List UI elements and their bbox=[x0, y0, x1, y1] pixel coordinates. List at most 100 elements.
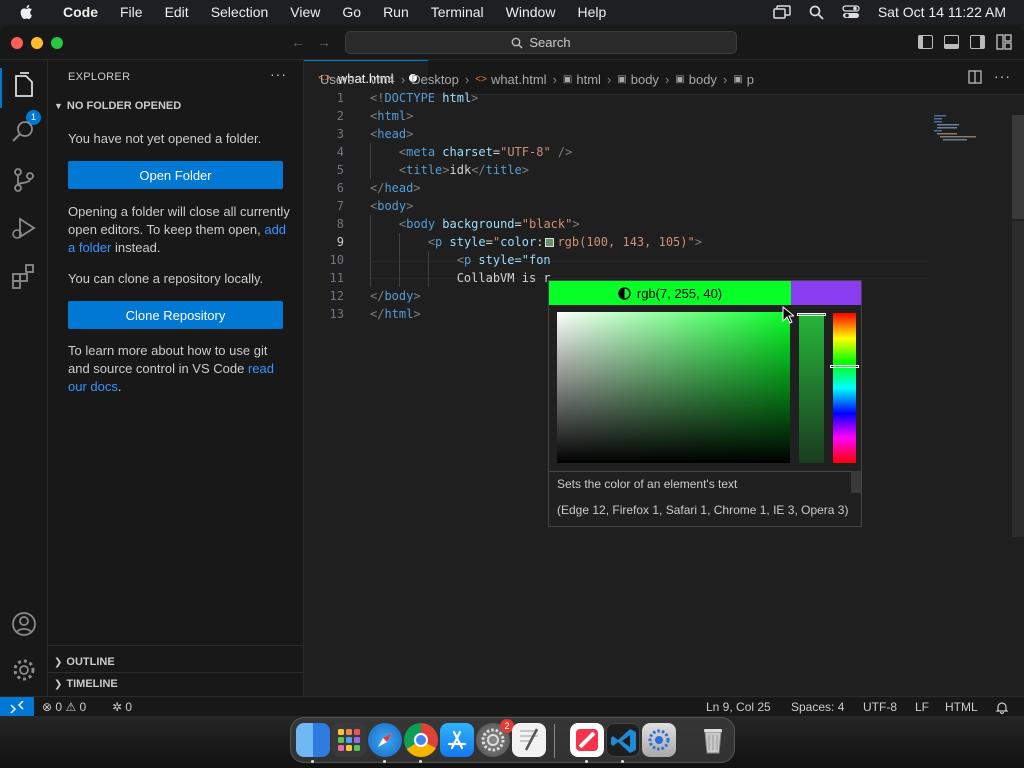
menu-help[interactable]: Help bbox=[566, 4, 617, 20]
editor-scrollbar-thumb[interactable] bbox=[1012, 115, 1024, 219]
extensions-icon[interactable] bbox=[10, 262, 38, 290]
run-and-debug-icon[interactable] bbox=[10, 214, 38, 242]
command-center-search[interactable]: Search bbox=[345, 31, 737, 54]
search-icon[interactable] bbox=[10, 118, 38, 146]
hover-scrollbar[interactable] bbox=[851, 471, 861, 493]
menu-selection[interactable]: Selection bbox=[200, 4, 280, 20]
opacity-strip[interactable] bbox=[799, 313, 824, 463]
notifications-bell-icon[interactable] bbox=[996, 701, 1008, 714]
menubar-clock[interactable]: Sat Oct 14 11:22 AM bbox=[878, 4, 1006, 20]
menu-window[interactable]: Window bbox=[495, 4, 567, 20]
forward-arrow-icon[interactable]: → bbox=[317, 34, 331, 50]
source-control-icon[interactable] bbox=[10, 166, 38, 194]
encoding[interactable]: UTF-8 bbox=[863, 700, 897, 714]
apple-menu-icon[interactable] bbox=[18, 3, 36, 21]
breadcrumb-item[interactable]: Users bbox=[320, 72, 354, 87]
breadcrumb-separator: › bbox=[606, 72, 612, 87]
menu-file[interactable]: File bbox=[109, 4, 154, 20]
hue-handle[interactable] bbox=[830, 365, 859, 368]
warning-count: 0 bbox=[79, 700, 87, 714]
ports-indicator[interactable]: ✲ 0 bbox=[112, 700, 132, 714]
textedit-icon[interactable] bbox=[512, 723, 546, 757]
new-color-preview[interactable]: rgb(7, 255, 40) bbox=[549, 281, 791, 305]
language-mode[interactable]: HTML bbox=[945, 700, 978, 714]
menu-edit[interactable]: Edit bbox=[154, 4, 200, 20]
back-arrow-icon[interactable]: ← bbox=[291, 34, 305, 50]
running-indicator bbox=[621, 760, 624, 763]
launchpad-icon[interactable] bbox=[332, 723, 366, 757]
safari-icon[interactable] bbox=[368, 723, 402, 757]
editor-scrollbar-track[interactable] bbox=[1012, 221, 1024, 537]
more-actions-icon[interactable]: ··· bbox=[270, 66, 287, 82]
color-value: rgb(100, 143, 105) bbox=[557, 235, 688, 249]
news-icon[interactable] bbox=[570, 723, 604, 757]
breadcrumb-item[interactable]: Desktop bbox=[411, 72, 459, 87]
menu-run[interactable]: Run bbox=[372, 4, 420, 20]
manage-gear-icon[interactable] bbox=[10, 656, 38, 684]
docs-text-end: . bbox=[117, 379, 122, 394]
divider bbox=[48, 645, 304, 646]
cursor-position[interactable]: Ln 9, Col 25 bbox=[706, 700, 771, 714]
breadcrumb-item[interactable]: p bbox=[747, 72, 754, 87]
line-number: 10 bbox=[329, 253, 344, 267]
remote-indicator[interactable] bbox=[0, 697, 34, 717]
indentation[interactable]: Spaces: 4 bbox=[791, 700, 844, 714]
activity-bar: 1 bbox=[0, 60, 48, 696]
minimap[interactable] bbox=[930, 113, 1010, 153]
breadcrumb-item[interactable]: body bbox=[689, 72, 717, 87]
control-center-icon[interactable] bbox=[842, 5, 860, 19]
breadcrumb-item[interactable]: html bbox=[576, 72, 601, 87]
hue-strip[interactable] bbox=[833, 313, 856, 463]
minimize-window-button[interactable] bbox=[31, 37, 43, 49]
close-window-button[interactable] bbox=[11, 37, 23, 49]
timeline-section-header[interactable]: ❯ TIMELINE bbox=[54, 678, 118, 690]
no-folder-section-header[interactable]: ▼ NO FOLDER OPENED bbox=[54, 100, 181, 112]
toggle-panel-icon[interactable] bbox=[944, 35, 959, 49]
open-folder-button[interactable]: Open Folder bbox=[68, 161, 283, 189]
vscode-icon[interactable] bbox=[606, 723, 640, 757]
screen-mirroring-icon[interactable] bbox=[773, 5, 791, 19]
opacity-handle[interactable] bbox=[797, 313, 826, 316]
clone-repository-button[interactable]: Clone Repository bbox=[68, 301, 283, 329]
system-settings-icon[interactable]: 2 bbox=[476, 719, 514, 757]
toggle-secondary-sidebar-icon[interactable] bbox=[970, 35, 985, 49]
color-swatch[interactable] bbox=[545, 238, 555, 247]
toggle-primary-sidebar-icon[interactable] bbox=[918, 35, 933, 49]
editor-more-actions-icon[interactable]: ··· bbox=[994, 68, 1011, 84]
menu-view[interactable]: View bbox=[279, 4, 331, 20]
app-store-icon[interactable] bbox=[440, 723, 474, 757]
remote-icon bbox=[10, 701, 24, 713]
problems-indicator[interactable]: ⊗ 0 ⚠ 0 bbox=[42, 700, 86, 714]
code-text: </html> bbox=[370, 307, 421, 321]
outline-section-header[interactable]: ❯ OUTLINE bbox=[54, 656, 115, 668]
accounts-icon[interactable] bbox=[10, 610, 38, 638]
saturation-box[interactable] bbox=[557, 312, 790, 463]
explorer-files-icon[interactable] bbox=[10, 72, 38, 100]
menu-go[interactable]: Go bbox=[331, 4, 372, 20]
line-number: 8 bbox=[336, 217, 344, 231]
status-bar: ⊗ 0 ⚠ 0 ✲ 0 Ln 9, Col 25 Spaces: 4 UTF-8… bbox=[0, 696, 1024, 717]
finder-icon[interactable] bbox=[296, 723, 330, 757]
element-icon: ▣ bbox=[562, 74, 573, 85]
code-line: 10 <p style="fon bbox=[304, 251, 1004, 269]
original-color-preview[interactable] bbox=[791, 281, 861, 305]
customize-layout-icon[interactable] bbox=[996, 34, 1012, 50]
split-editor-icon[interactable] bbox=[968, 70, 982, 84]
menu-app-name[interactable]: Code bbox=[52, 4, 109, 20]
search-label: Search bbox=[529, 35, 571, 50]
trash-icon[interactable] bbox=[696, 723, 730, 757]
maximize-window-button[interactable] bbox=[51, 37, 63, 49]
color-format-label[interactable]: rgb(7, 255, 40) bbox=[637, 286, 722, 301]
code-text: <!DOCTYPE html> bbox=[370, 91, 479, 105]
breadcrumb-item[interactable]: vm4 bbox=[370, 72, 395, 87]
utility-app-icon[interactable] bbox=[642, 723, 676, 757]
menu-terminal[interactable]: Terminal bbox=[420, 4, 495, 20]
end-of-line[interactable]: LF bbox=[915, 700, 929, 714]
chevron-down-icon: ▼ bbox=[54, 101, 63, 111]
error-icon: ⊗ bbox=[42, 700, 53, 714]
element-icon: ▣ bbox=[617, 74, 627, 85]
breadcrumb-item[interactable]: what.html bbox=[491, 72, 547, 87]
spotlight-search-icon[interactable] bbox=[809, 5, 824, 20]
breadcrumb-item[interactable]: body bbox=[631, 72, 659, 87]
chrome-icon[interactable] bbox=[404, 723, 438, 757]
